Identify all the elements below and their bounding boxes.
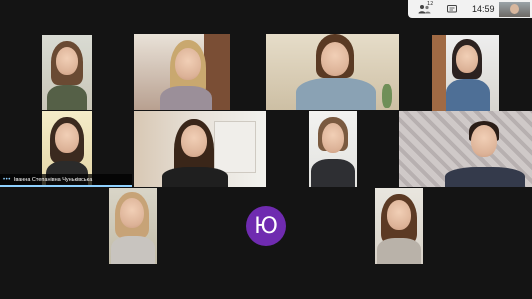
clock: 14:59 bbox=[472, 4, 495, 14]
cabinet bbox=[214, 121, 256, 173]
door bbox=[432, 35, 446, 111]
video-tile-2[interactable] bbox=[134, 34, 230, 110]
video-tile-9[interactable] bbox=[109, 188, 157, 264]
chat-button[interactable] bbox=[446, 3, 458, 15]
participant-avatar: Ю bbox=[246, 206, 286, 246]
active-speaker-highlight bbox=[0, 185, 132, 187]
video-tile-5-active-speaker[interactable]: ••• Іванна Степанівна Чуньківська bbox=[0, 111, 132, 187]
active-speaker-name-tag: ••• Іванна Степанівна Чуньківська bbox=[0, 174, 132, 185]
active-speaker-name: Іванна Степанівна Чуньківська bbox=[13, 176, 93, 183]
audio-indicator-icon: ••• bbox=[3, 176, 11, 183]
video-tile-11[interactable] bbox=[375, 188, 423, 264]
chat-icon bbox=[447, 4, 457, 12]
avatar-initial: Ю bbox=[254, 213, 278, 239]
video-tile-1[interactable] bbox=[42, 35, 92, 110]
video-tile-6[interactable] bbox=[134, 111, 266, 187]
video-tile-3[interactable] bbox=[266, 34, 399, 110]
video-tile-7[interactable] bbox=[309, 111, 357, 187]
video-tile-4[interactable] bbox=[432, 35, 499, 111]
video-tile-8[interactable] bbox=[399, 111, 532, 187]
self-view-thumbnail[interactable] bbox=[499, 2, 530, 17]
participants-button[interactable]: 12 bbox=[416, 1, 434, 15]
participants-count: 12 bbox=[427, 1, 434, 7]
self-view-face bbox=[510, 4, 519, 14]
plant bbox=[382, 84, 392, 108]
